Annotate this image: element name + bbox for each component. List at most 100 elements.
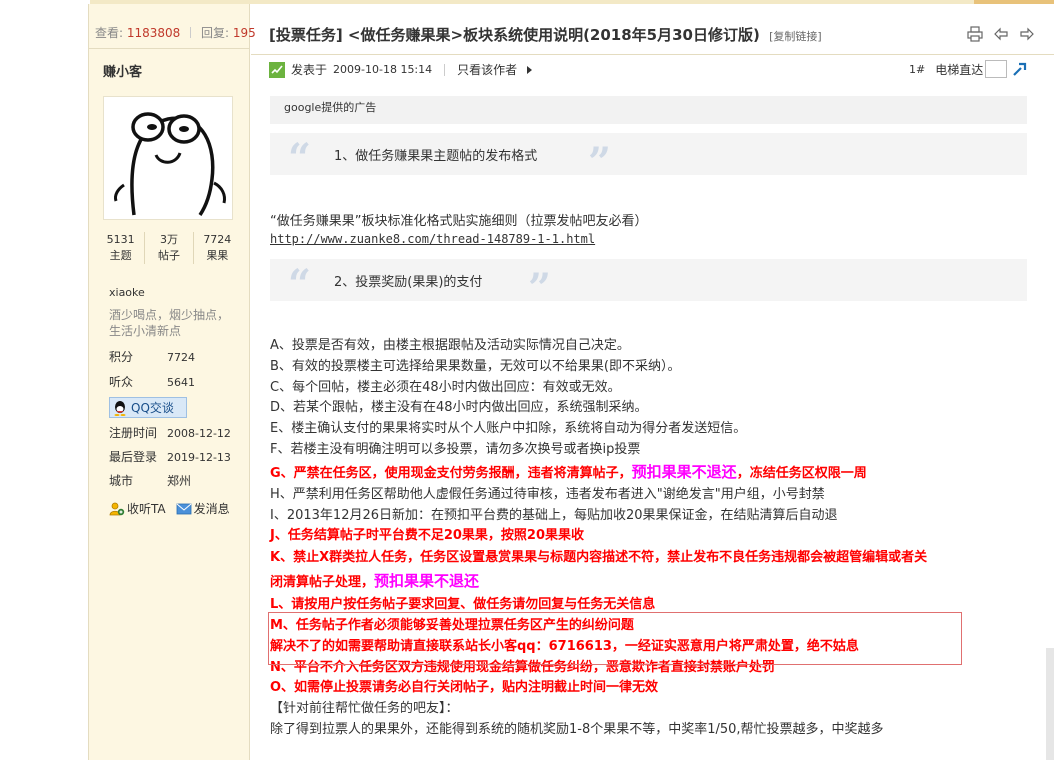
posted-time: 2009-10-18 15:14 xyxy=(333,63,433,76)
quote-section-2: “ 2、投票奖励(果果)的支付 ” xyxy=(270,259,1027,309)
stats-separator xyxy=(190,27,192,38)
post-title-row: [投票任务] <做任务赚果果>板块系统使用说明(2018年5月30日修订版) [… xyxy=(269,24,822,45)
page-scrollbar[interactable] xyxy=(1046,648,1054,760)
print-icon[interactable] xyxy=(967,26,983,42)
post-tools xyxy=(967,26,1035,42)
posted-label: 发表于 xyxy=(291,63,328,77)
qq-icon xyxy=(114,400,126,416)
reply-label: 回复: xyxy=(200,26,230,40)
intro-text: “做任务赚果果”板块标准化格式贴实施细则（拉票发帖吧友必看） xyxy=(270,214,648,229)
quote-close-icon: ” xyxy=(528,265,552,312)
floor-number[interactable]: 1# xyxy=(909,63,925,76)
field-points: 积分 7724 xyxy=(109,348,195,365)
count-posts[interactable]: 3万 帖子 xyxy=(144,232,192,264)
rule-e: E、楼主确认支付的果果将实时从个人账户中扣除，系统将自动为得分者发送短信。 xyxy=(270,421,747,437)
rule-k-line-1: K、禁止X群类拉人任务，任务区设置悬赏果果与标题内容描述不符，禁止发布不良任务违… xyxy=(270,550,928,566)
count-fruits-label: 果果 xyxy=(206,249,229,262)
field-points-label: 积分 xyxy=(109,350,134,364)
post-title: [投票任务] <做任务赚果果>板块系统使用说明(2018年5月30日修订版) xyxy=(269,26,760,44)
send-message-label: 发消息 xyxy=(193,502,230,516)
rule-k-highlight: 预扣果果不退还 xyxy=(374,572,480,591)
jump-floor-input[interactable] xyxy=(985,60,1008,78)
author-actions: 收听TA 发消息 xyxy=(109,500,240,517)
quote-2-text: 2、投票奖励(果果)的支付 xyxy=(334,275,483,290)
author-only-arrow-icon[interactable] xyxy=(527,65,533,74)
helpers-heading: 【针对前往帮忙做任务的吧友】： xyxy=(270,701,459,717)
field-city-value: 郑州 xyxy=(167,474,192,488)
avatar[interactable] xyxy=(103,96,233,220)
count-topics-value: 5131 xyxy=(106,233,135,246)
rule-g-highlight: 预扣果果不退还 xyxy=(631,462,737,481)
floor-jump: 1# 电梯直达 xyxy=(909,60,1029,78)
next-icon[interactable] xyxy=(1019,26,1035,42)
avatar-cartoon-face xyxy=(104,97,232,219)
post-icon xyxy=(269,61,285,78)
quote-close-icon: ” xyxy=(588,139,612,186)
google-ad-bar: google提供的广告 xyxy=(270,96,1027,124)
count-fruits-value: 7724 xyxy=(203,233,232,246)
quote-section-1: “ 1、做任务赚果果主题帖的发布格式 ” xyxy=(270,133,1027,183)
field-listeners-value: 5641 xyxy=(167,376,195,389)
rule-c: C、每个回帖，楼主必须在48小时内做出回应：有效或无效。 xyxy=(270,379,621,395)
listen-ta-link[interactable]: 收听TA xyxy=(109,500,166,517)
sidebar-divider xyxy=(89,48,249,49)
rule-o: O、如需停止投票请务必自行关闭帖子，贴内注明截止时间一律无效 xyxy=(270,680,659,696)
rule-m-highlight-box xyxy=(268,612,962,665)
field-listeners-label: 听众 xyxy=(109,375,134,389)
field-registered-value: 2008-12-12 xyxy=(167,427,231,440)
count-fruits[interactable]: 7724 果果 xyxy=(192,232,241,264)
count-posts-value: 3万 xyxy=(159,233,178,246)
field-city: 城市 郑州 xyxy=(109,472,191,489)
quote-open-icon: “ xyxy=(288,261,312,308)
post-meta: 发表于 2009-10-18 15:14 只看该作者 xyxy=(269,61,533,78)
view-label: 查看: xyxy=(95,26,124,40)
rule-b: B、有效的投票楼主可选择给果果数量，无效可以不给果果(即不采纳）。 xyxy=(270,358,681,374)
rule-k-line-2: 闭清算帖子处理，预扣果果不退还 xyxy=(270,569,1030,595)
rule-d: D、若某个跟帖，楼主没有在48小时内做出回应，系统强制采纳。 xyxy=(270,400,648,416)
prev-icon[interactable] xyxy=(993,26,1009,42)
author-sidebar: 查看: 1183808 回复: 195 赚小客 5131 主题 3万 帖子 77… xyxy=(88,4,256,760)
top-strip-left xyxy=(0,0,90,4)
helpers-text: 除了得到拉票人的果果外，还能得到系统的随机奖励1-8个果果不等，中奖率1/50,… xyxy=(270,721,884,737)
send-message-link[interactable]: 发消息 xyxy=(176,500,230,517)
quote-1-text: 1、做任务赚果果主题帖的发布格式 xyxy=(334,149,538,164)
rule-i: I、2013年12月26日新加：在预扣平台费的基础上，每贴加收20果果保证金，在… xyxy=(270,507,838,523)
field-points-value: 7724 xyxy=(167,351,195,364)
count-topics[interactable]: 5131 主题 xyxy=(97,232,144,264)
field-registered: 注册时间 2008-12-12 xyxy=(109,424,231,441)
title-divider xyxy=(251,54,1054,55)
copy-link[interactable]: [复制链接] xyxy=(769,30,822,43)
rule-f: F、若楼主没有明确注明可以多投票，请勿多次换号或者换ip投票 xyxy=(270,441,641,457)
rules-list: A、投票是否有效，由楼主根据跟帖及活动实际情况自己决定。 B、有效的投票楼主可选… xyxy=(270,336,1030,741)
qq-chat-label: QQ交谈 xyxy=(131,401,174,415)
quote-open-icon: “ xyxy=(288,135,312,182)
count-topics-label: 主题 xyxy=(109,249,132,262)
author-counts: 5131 主题 3万 帖子 7724 果果 xyxy=(97,232,241,264)
field-last-login: 最后登录 2019-12-13 xyxy=(109,448,231,465)
rules-link-wrap: http://www.zuanke8.com/thread-148789-1-1… xyxy=(270,232,595,247)
qq-chat-button[interactable]: QQ交谈 xyxy=(109,397,187,418)
rule-h: H、严禁利用任务区帮助他人虚假任务通过待审核，违者发布者进入"谢绝发言"用户组，… xyxy=(270,486,825,502)
count-posts-label: 帖子 xyxy=(157,249,180,262)
field-registered-label: 注册时间 xyxy=(109,426,158,440)
rules-link[interactable]: http://www.zuanke8.com/thread-148789-1-1… xyxy=(270,232,595,246)
thread-stats: 查看: 1183808 回复: 195 xyxy=(95,24,256,41)
field-last-login-value: 2019-12-13 xyxy=(167,451,231,464)
listen-icon xyxy=(109,502,125,515)
rule-a: A、投票是否有效，由楼主根据跟帖及活动实际情况自己决定。 xyxy=(270,338,630,353)
field-city-label: 城市 xyxy=(109,474,134,488)
meta-separator xyxy=(444,63,446,76)
rule-j: J、任务结算帖子时平台费不足20果果，按照20果果收 xyxy=(270,528,585,544)
field-last-login-label: 最后登录 xyxy=(109,450,158,464)
listen-ta-label: 收听TA xyxy=(127,502,166,516)
field-listeners: 听众 5641 xyxy=(109,373,195,390)
jump-label: 电梯直达 xyxy=(935,62,984,77)
author-uid: xiaoke xyxy=(109,286,145,299)
author-only-link[interactable]: 只看该作者 xyxy=(457,61,517,78)
author-name[interactable]: 赚小客 xyxy=(103,61,142,80)
jump-icon[interactable] xyxy=(1011,60,1029,78)
rule-g-part-1: G、严禁在任务区，使用现金支付劳务报酬，违者将清算帖子， xyxy=(270,465,632,481)
mail-icon xyxy=(176,503,192,514)
author-signature: 酒少喝点，烟少抽点，生活小清新点 xyxy=(109,308,230,338)
rule-g-part-3: ，冻结任务区权限一周 xyxy=(736,465,867,481)
